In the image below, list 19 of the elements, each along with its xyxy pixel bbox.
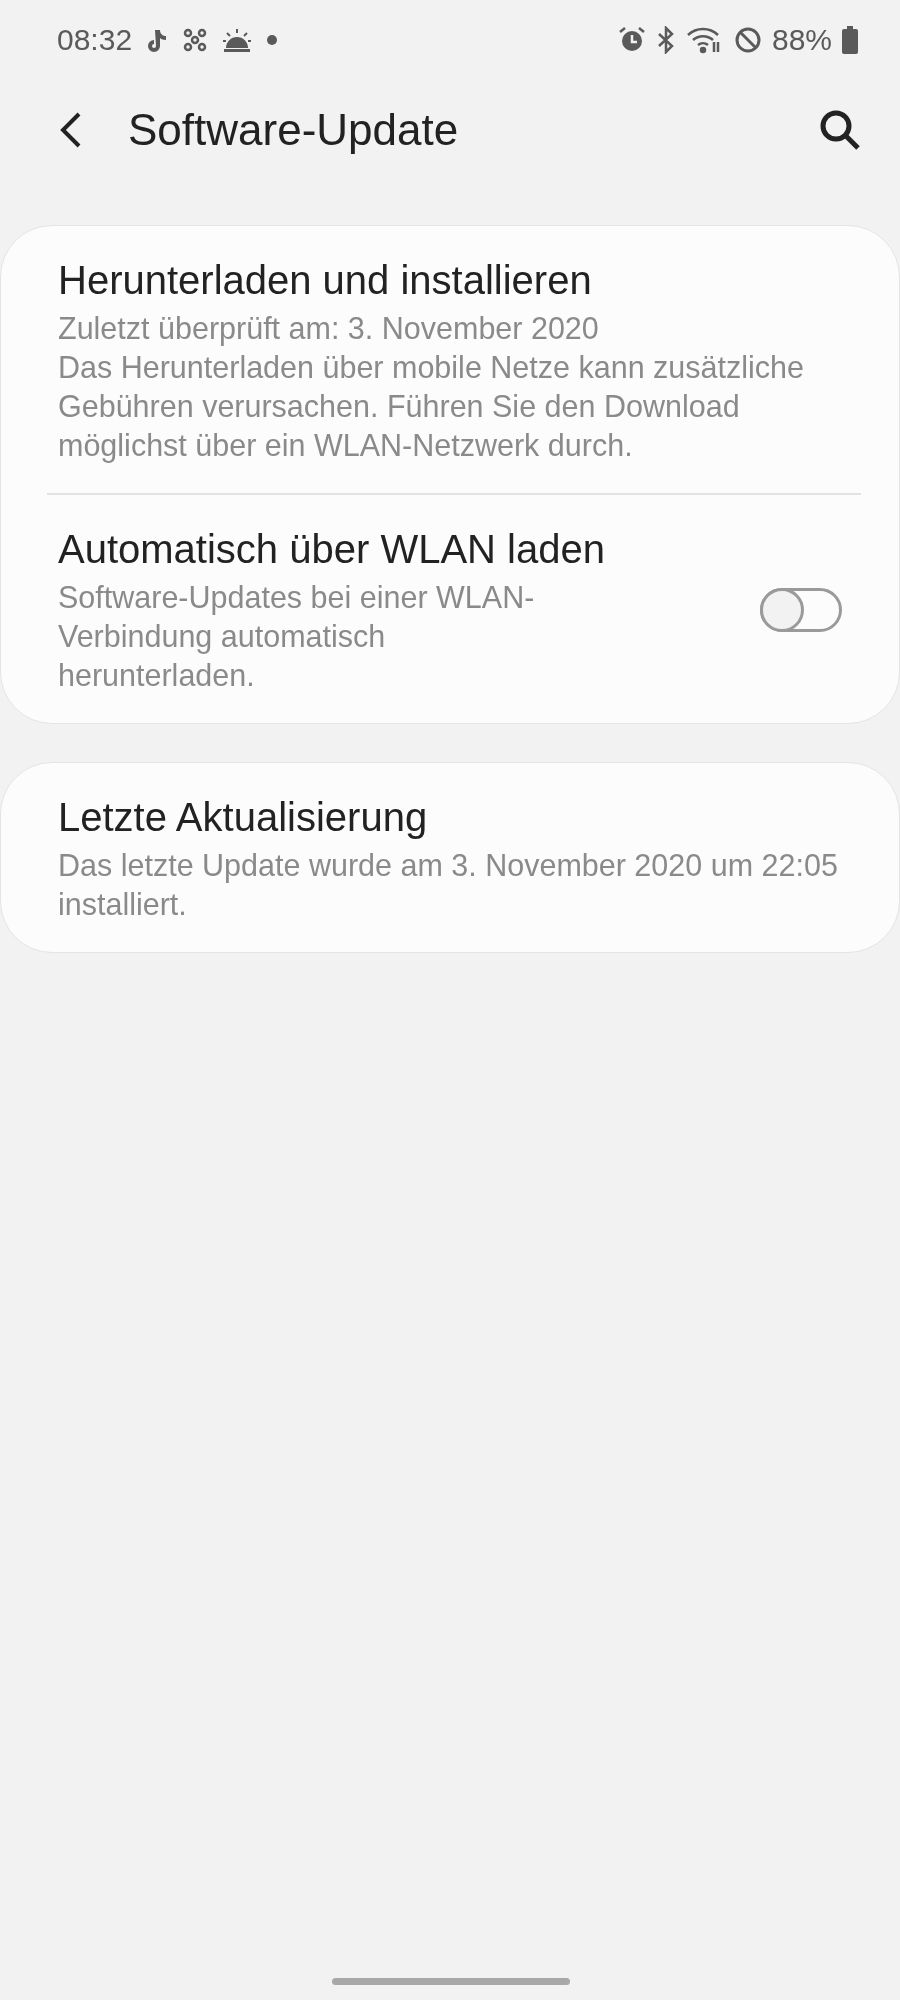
search-button[interactable] <box>818 108 862 152</box>
sunrise-icon <box>222 28 253 52</box>
do-not-disturb-icon <box>733 26 762 54</box>
clock-time: 08:32 <box>57 23 133 57</box>
setting-description: Software-Updates bei einer WLAN-Verbindung automatisch herunterladen. <box>58 579 536 694</box>
battery-icon <box>842 26 858 54</box>
setting-description: Zuletzt überprüft am: 3. November 2020 <box>58 310 600 348</box>
setting-title[interactable]: Automatisch über WLAN laden <box>58 524 740 574</box>
alarm-clock-icon <box>617 26 646 54</box>
setting-description: Das letzte Update wurde am 3. November 2020 um 22:05 installiert. <box>58 847 838 923</box>
setting-description: Das Herunterladen über mobile Netze kann zusätzliche Gebühren verursachen. Führen Sie den Download möglichst über ein WLAN-Netzwerk durch. <box>58 349 805 465</box>
setting-title[interactable]: Letzte Aktualisierung <box>58 792 842 842</box>
music-note-icon <box>146 28 169 52</box>
battery-percent: 88% <box>771 23 832 57</box>
dot-icon <box>266 34 279 46</box>
toggle-switch[interactable] <box>760 587 842 632</box>
setting-title[interactable]: Herunterladen und installieren <box>58 255 842 305</box>
flower-icon <box>182 27 209 53</box>
page-title: Software-Update <box>128 105 459 155</box>
